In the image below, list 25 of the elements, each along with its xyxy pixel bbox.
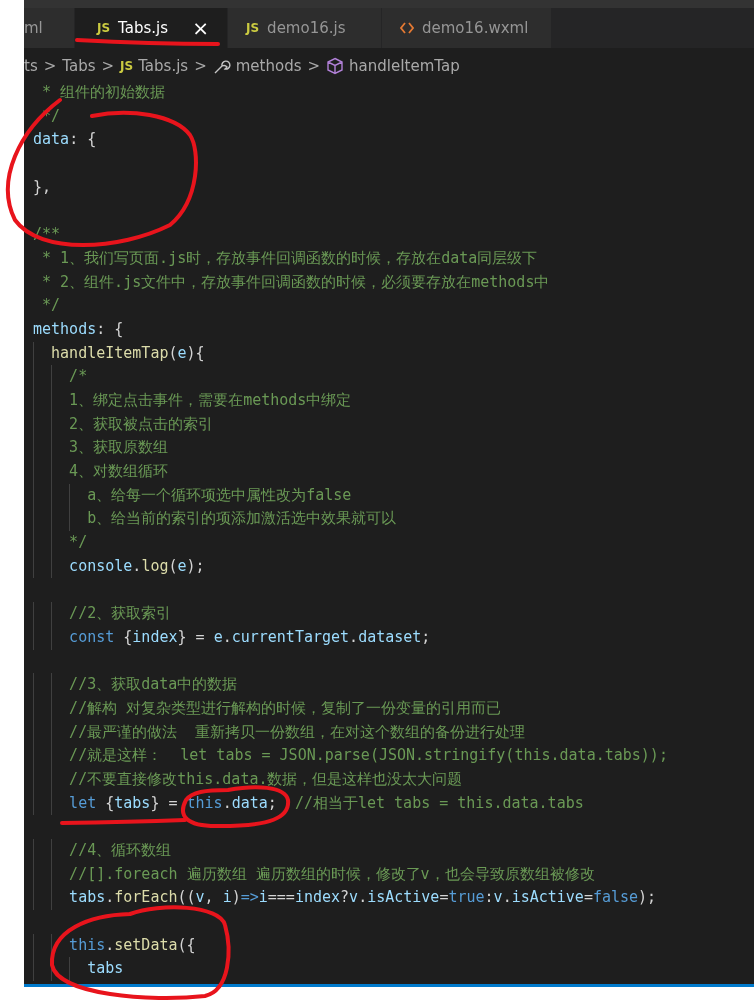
editor-tab[interactable]: demo16.wxml	[382, 8, 552, 48]
code-line: * 1、我们写页面.js时，存放事件回调函数的时候，存放在data同层级下	[41, 247, 539, 269]
code-line: * 2、组件.js文件中，存放事件回调函数的时候，必须要存放在methods中	[41, 271, 551, 293]
cube-icon	[326, 56, 345, 75]
code-brackets-icon	[400, 21, 414, 35]
breadcrumb-item[interactable]: ts	[24, 56, 38, 75]
code-line: */	[41, 295, 62, 317]
breadcrumb-item[interactable]: JS Tabs.js	[120, 56, 189, 75]
code-line: methods: {	[33, 318, 125, 340]
separator-icon: >	[43, 56, 57, 75]
breadcrumb-item[interactable]: handleItemTap	[326, 56, 460, 75]
editor-tab[interactable]: JS demo16.js	[228, 8, 382, 48]
breadcrumb-item[interactable]: Tabs	[62, 56, 96, 75]
code-line: },	[33, 176, 53, 198]
separator-icon: >	[307, 56, 321, 75]
code-line: * 组件的初始数据	[41, 82, 167, 103]
breadcrumb-item[interactable]: methods	[212, 56, 302, 75]
separator-icon: >	[194, 56, 207, 75]
close-icon[interactable]: ×	[192, 16, 209, 40]
code-line: data: {	[33, 129, 98, 151]
js-file-icon: JS	[97, 21, 111, 35]
separator-icon: >	[101, 56, 115, 75]
editor-tab[interactable]: JS Tabs.js ×	[75, 8, 228, 48]
editor-tab[interactable]: ml	[24, 8, 75, 48]
js-file-icon: JS	[246, 21, 260, 35]
